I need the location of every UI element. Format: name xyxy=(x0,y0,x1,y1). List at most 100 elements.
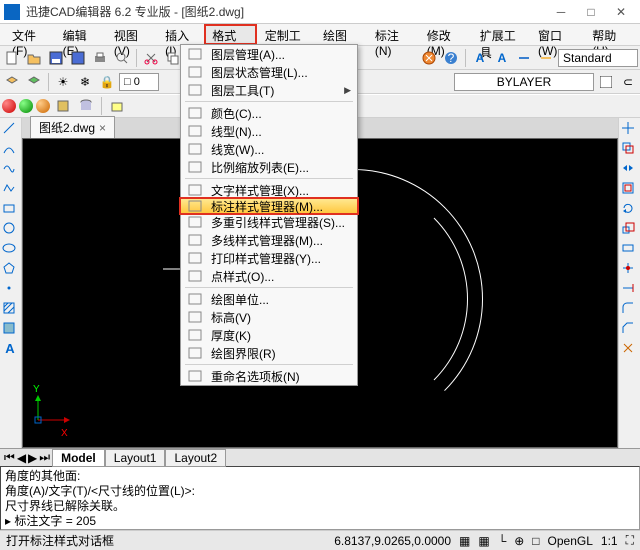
menu-1[interactable]: 编辑(E) xyxy=(55,24,106,45)
menu-0[interactable]: 文件(F) xyxy=(4,24,55,45)
sun-icon[interactable]: ☀ xyxy=(53,72,73,92)
more-icon[interactable]: ⊂ xyxy=(618,72,638,92)
cylinder-icon[interactable] xyxy=(76,96,96,116)
layout-tab-layout1[interactable]: Layout1 xyxy=(105,449,166,467)
point-tool-icon[interactable] xyxy=(2,281,18,297)
tab-close-icon[interactable]: × xyxy=(99,121,106,135)
rotate-tool-icon[interactable] xyxy=(621,201,637,217)
cancel-icon[interactable] xyxy=(419,48,439,68)
layout-tab-model[interactable]: Model xyxy=(52,449,105,467)
ellipse-tool-icon[interactable] xyxy=(2,241,18,257)
text-a-icon[interactable]: A xyxy=(470,48,490,68)
polyline-tool-icon[interactable] xyxy=(2,181,18,197)
menu-item-21[interactable]: 重命名选项板(N) xyxy=(181,367,357,385)
new-icon[interactable] xyxy=(2,48,22,68)
sphere-green-icon[interactable] xyxy=(19,99,33,113)
region-tool-icon[interactable] xyxy=(2,321,18,337)
menu-7[interactable]: 标注(N) xyxy=(367,24,419,45)
menu-item-4[interactable]: 颜色(C)... xyxy=(181,104,357,122)
menu-item-16[interactable]: 绘图单位... xyxy=(181,290,357,308)
menu-6[interactable]: 绘图(D) xyxy=(315,24,367,45)
command-line[interactable]: 角度的其他面: 角度(A)/文字(T)/<尺寸线的位置(L)>: 尺寸界线已解除… xyxy=(0,466,640,530)
copy-tool-icon[interactable] xyxy=(621,141,637,157)
menu-9[interactable]: 扩展工具 xyxy=(472,24,530,45)
menu-10[interactable]: 窗口(W) xyxy=(530,24,584,45)
text-a2-icon[interactable]: A xyxy=(492,48,512,68)
grid-icon[interactable]: ▦ xyxy=(478,534,489,548)
arc-tool-icon[interactable] xyxy=(2,141,18,157)
explode-tool-icon[interactable] xyxy=(621,341,637,357)
ortho-icon[interactable]: └ xyxy=(498,534,507,548)
menu-item-18[interactable]: 厚度(K) xyxy=(181,326,357,344)
osnap-icon[interactable]: □ xyxy=(532,534,539,548)
scale-tool-icon[interactable] xyxy=(621,221,637,237)
menu-4[interactable]: 格式(O) xyxy=(204,24,256,45)
menu-item-5[interactable]: 线型(N)... xyxy=(181,122,357,140)
menu-3[interactable]: 插入(I) xyxy=(157,24,204,45)
save-icon[interactable] xyxy=(46,48,66,68)
lock-icon[interactable]: 🔒 xyxy=(97,72,117,92)
cube-icon[interactable] xyxy=(53,96,73,116)
mirror-tool-icon[interactable] xyxy=(621,161,637,177)
menu-item-19[interactable]: 绘图界限(R) xyxy=(181,344,357,362)
expand-icon[interactable]: ⛶ xyxy=(626,533,634,548)
polar-icon[interactable]: ⊕ xyxy=(514,534,524,548)
menu-8[interactable]: 修改(M) xyxy=(419,24,472,45)
style-combo[interactable]: Standard xyxy=(558,49,638,67)
layout-tab-layout2[interactable]: Layout2 xyxy=(165,449,226,467)
offset-tool-icon[interactable] xyxy=(621,181,637,197)
menu-2[interactable]: 视图(V) xyxy=(106,24,157,45)
spline-tool-icon[interactable] xyxy=(2,161,18,177)
menu-item-6[interactable]: 线宽(W)... xyxy=(181,140,357,158)
menu-item-7[interactable]: 比例缩放列表(E)... xyxy=(181,158,357,176)
menu-item-13[interactable]: 打印样式管理器(Y)... xyxy=(181,249,357,267)
color-square-icon[interactable] xyxy=(596,72,616,92)
sphere-orange-icon[interactable] xyxy=(36,99,50,113)
menu-item-11[interactable]: 多重引线样式管理器(S)... xyxy=(181,213,357,231)
layer-mgr-icon[interactable] xyxy=(2,72,22,92)
menu-item-1[interactable]: 图层状态管理(L)... xyxy=(181,63,357,81)
menu-item-12[interactable]: 多线样式管理器(M)... xyxy=(181,231,357,249)
box-icon[interactable] xyxy=(107,96,127,116)
fillet-tool-icon[interactable] xyxy=(621,301,637,317)
chamfer-tool-icon[interactable] xyxy=(621,321,637,337)
preview-icon[interactable] xyxy=(112,48,132,68)
help-icon[interactable]: ? xyxy=(441,48,461,68)
menu-item-10[interactable]: 标注样式管理器(M)... xyxy=(179,197,359,215)
tab-prev-icon[interactable]: ◀ xyxy=(17,451,26,465)
rect-tool-icon[interactable] xyxy=(2,201,18,217)
menu-item-2[interactable]: 图层工具(T)▶ xyxy=(181,81,357,99)
move-tool-icon[interactable] xyxy=(621,121,637,137)
tab-first-icon[interactable]: ⏮ xyxy=(4,450,15,465)
menu-item-0[interactable]: 图层管理(A)... xyxy=(181,45,357,63)
circle-tool-icon[interactable] xyxy=(2,221,18,237)
freeze-icon[interactable]: ❄ xyxy=(75,72,95,92)
polygon-tool-icon[interactable] xyxy=(2,261,18,277)
menu-item-17[interactable]: 标高(V) xyxy=(181,308,357,326)
extend-tool-icon[interactable] xyxy=(621,281,637,297)
saveas-icon[interactable] xyxy=(68,48,88,68)
line-tool-icon[interactable] xyxy=(2,121,18,137)
minimize-button[interactable]: ─ xyxy=(546,2,576,22)
layer2-icon[interactable] xyxy=(24,72,44,92)
layer-combo[interactable]: □ 0 xyxy=(119,73,159,91)
menu-5[interactable]: 定制工具 xyxy=(257,24,315,45)
dim-icon[interactable] xyxy=(514,48,534,68)
dim2-icon[interactable] xyxy=(536,48,556,68)
cut-icon[interactable] xyxy=(141,48,161,68)
maximize-button[interactable]: □ xyxy=(576,2,606,22)
bylayer-combo[interactable]: BYLAYER xyxy=(454,73,594,91)
tab-last-icon[interactable]: ⏭ xyxy=(39,450,50,465)
sphere-red-icon[interactable] xyxy=(2,99,16,113)
stretch-tool-icon[interactable] xyxy=(621,241,637,257)
tab-next-icon[interactable]: ▶ xyxy=(28,451,37,465)
menu-11[interactable]: 帮助(H) xyxy=(584,24,636,45)
print-icon[interactable] xyxy=(90,48,110,68)
menu-item-14[interactable]: 点样式(O)... xyxy=(181,267,357,285)
text-tool-icon[interactable]: A xyxy=(2,341,18,357)
close-button[interactable]: ✕ xyxy=(606,2,636,22)
open-icon[interactable] xyxy=(24,48,44,68)
trim-tool-icon[interactable] xyxy=(621,261,637,277)
hatch-tool-icon[interactable] xyxy=(2,301,18,317)
snap-icon[interactable]: ▦ xyxy=(459,534,470,548)
